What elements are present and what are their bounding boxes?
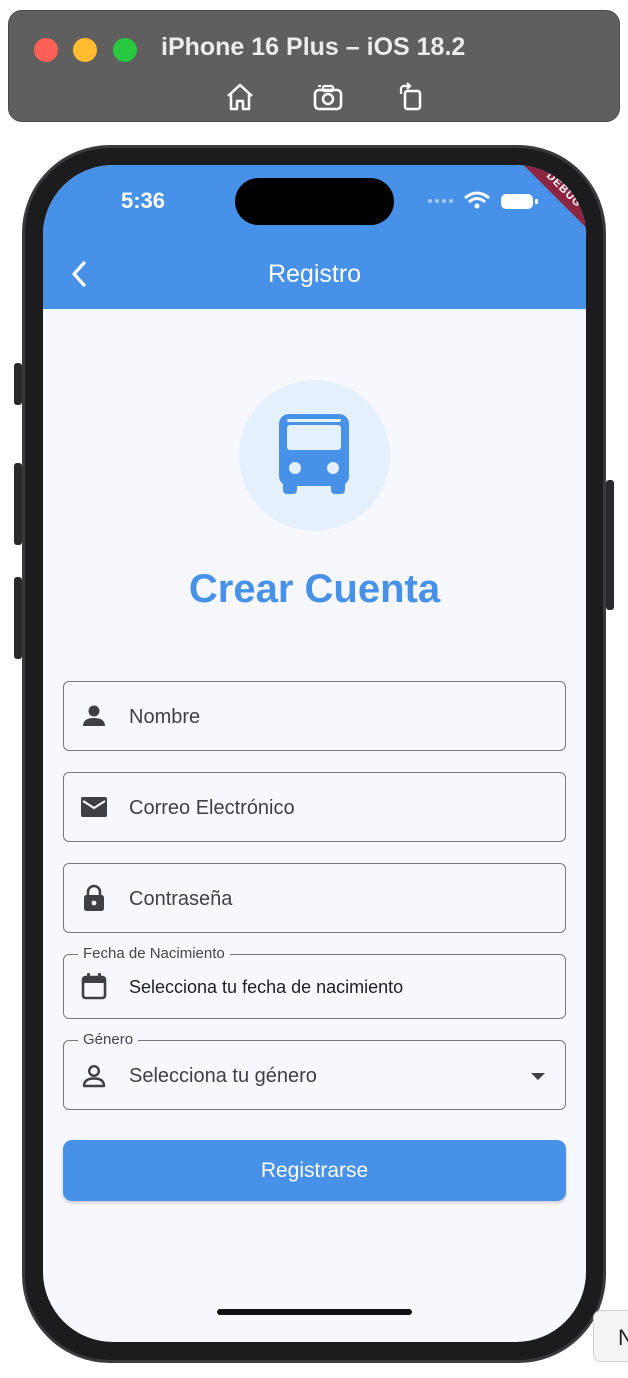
password-field[interactable]: Contraseña [63, 863, 566, 933]
zoom-window-button[interactable] [113, 38, 137, 62]
person-icon [83, 705, 105, 726]
corner-window-chip[interactable]: N [593, 1310, 628, 1362]
page-title: Registro [267, 260, 362, 288]
password-placeholder: Contraseña [129, 888, 233, 910]
gender-label: Género [78, 1031, 139, 1048]
name-placeholder: Nombre [129, 706, 201, 728]
home-indicator [217, 1309, 412, 1315]
home-icon[interactable] [223, 81, 257, 113]
birthdate-value: Selecciona tu fecha de nacimiento [129, 977, 404, 997]
mail-icon [81, 797, 107, 817]
person-outline-icon [82, 1064, 106, 1088]
simulator-title: iPhone 16 Plus – iOS 18.2 [161, 33, 466, 61]
corner-chip-text: N [618, 1325, 628, 1350]
birthdate-field[interactable]: Fecha de Nacimiento Selecciona tu fecha … [63, 945, 566, 1019]
dropdown-arrow-icon [531, 1073, 545, 1080]
volume-down-button [14, 577, 22, 659]
minimize-window-button[interactable] [73, 38, 97, 62]
email-placeholder: Correo Electrónico [129, 797, 295, 819]
lock-icon [84, 884, 104, 911]
logo [239, 380, 390, 531]
simulator-toolbar: iPhone 16 Plus – iOS 18.2 [8, 10, 620, 122]
app-screen: 5:36 DEBUG Registro Crear Cuenta Nombre [43, 165, 586, 1342]
email-field[interactable]: Correo Electrónico [63, 772, 566, 842]
status-icons [428, 191, 538, 209]
dynamic-island [235, 178, 394, 225]
screenshot-icon[interactable] [312, 81, 346, 113]
app-bar: 5:36 DEBUG Registro [43, 165, 586, 309]
calendar-icon [81, 973, 107, 1000]
birthdate-label: Fecha de Nacimiento [78, 945, 230, 962]
power-button [606, 480, 614, 610]
bus-icon [279, 414, 349, 494]
gender-select[interactable]: Género Selecciona tu género [63, 1031, 566, 1110]
rotate-icon[interactable] [394, 81, 428, 113]
close-window-button[interactable] [34, 38, 58, 62]
register-button[interactable]: Registrarse [63, 1140, 566, 1201]
action-button [14, 363, 22, 405]
gender-value: Selecciona tu género [129, 1065, 317, 1087]
status-time: 5:36 [121, 188, 166, 213]
name-field[interactable]: Nombre [63, 681, 566, 751]
heading: Crear Cuenta [188, 567, 441, 611]
volume-up-button [14, 463, 22, 545]
